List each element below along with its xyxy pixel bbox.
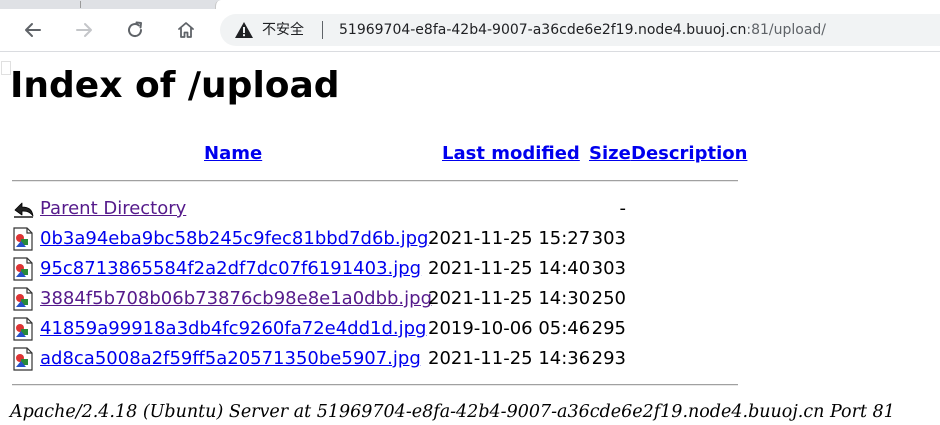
file-link[interactable]: 95c8713865584f2a2df7dc07f6191403.jpg	[40, 257, 421, 281]
page-title: Index of /upload	[10, 65, 340, 106]
file-row: ad8ca5008a2f59ff5a20571350be5907.jpg 202…	[0, 344, 940, 374]
home-icon	[178, 22, 194, 38]
file-size: 303	[591, 258, 626, 279]
url-separator	[322, 21, 323, 39]
file-row: 3884f5b708b06b73876cb98e8e1a0dbb.jpg 202…	[0, 284, 940, 314]
sort-by-name-link[interactable]: Name	[204, 142, 262, 166]
page-content: Index of /upload Name Last modified Size…	[0, 52, 940, 425]
active-tab[interactable]	[215, 0, 940, 9]
header-divider	[12, 180, 738, 182]
file-modified: 2021-11-25 15:27	[428, 228, 591, 249]
tab-separator	[80, 1, 81, 8]
file-modified: 2021-11-25 14:40	[428, 258, 591, 279]
sort-by-description-link[interactable]: Description	[631, 142, 747, 166]
parent-directory-row: Parent Directory -	[0, 194, 940, 224]
reload-button[interactable]	[118, 13, 152, 47]
url-host: 51969704-e8fa-42b4-9007-a36cde6e2f19.nod…	[339, 22, 747, 38]
image-file-icon	[13, 227, 33, 251]
sort-by-size-link[interactable]: Size	[589, 142, 631, 166]
security-status-text[interactable]: 不安全	[262, 21, 304, 39]
file-size: 295	[591, 318, 626, 339]
url-path: :81/upload/	[746, 22, 827, 38]
sort-by-modified-link[interactable]: Last modified	[442, 142, 580, 166]
file-link[interactable]: ad8ca5008a2f59ff5a20571350be5907.jpg	[40, 347, 421, 371]
warning-triangle-icon[interactable]	[234, 21, 254, 39]
file-modified: 2021-11-25 14:30	[428, 288, 591, 309]
image-file-icon	[13, 347, 33, 371]
browser-toolbar: 不安全 51969704-e8fa-42b4-9007-a36cde6e2f19…	[0, 9, 940, 52]
address-bar[interactable]: 不安全 51969704-e8fa-42b4-9007-a36cde6e2f19…	[220, 14, 940, 46]
image-file-icon	[13, 287, 33, 311]
back-arrow-icon	[25, 23, 41, 37]
file-row: 41859a99918a3db4fc9260fa72e4dd1d.jpg 201…	[0, 314, 940, 344]
file-row: 0b3a94eba9bc58b245c9fec81bbd7d6b.jpg 202…	[0, 224, 940, 254]
url-text[interactable]: 51969704-e8fa-42b4-9007-a36cde6e2f19.nod…	[339, 21, 826, 39]
file-size: 303	[591, 228, 626, 249]
forward-button[interactable]	[67, 13, 101, 47]
reload-icon	[128, 21, 143, 38]
image-file-icon	[13, 317, 33, 341]
file-modified: 2021-11-25 14:36	[428, 348, 591, 369]
footer-divider	[12, 384, 738, 386]
tab-strip	[0, 0, 940, 9]
file-link[interactable]: 3884f5b708b06b73876cb98e8e1a0dbb.jpg	[40, 287, 432, 311]
file-link[interactable]: 41859a99918a3db4fc9260fa72e4dd1d.jpg	[40, 317, 426, 341]
file-size: 293	[591, 348, 626, 369]
home-button[interactable]	[169, 13, 203, 47]
image-file-icon	[13, 257, 33, 281]
file-row: 95c8713865584f2a2df7dc07f6191403.jpg 202…	[0, 254, 940, 284]
file-size: 250	[591, 288, 626, 309]
parent-size: -	[619, 198, 627, 219]
forward-arrow-icon	[76, 23, 92, 37]
server-signature: Apache/2.4.18 (Ubuntu) Server at 5196970…	[10, 402, 895, 422]
back-button[interactable]	[16, 13, 50, 47]
parent-directory-link[interactable]: Parent Directory	[40, 197, 186, 221]
file-link[interactable]: 0b3a94eba9bc58b245c9fec81bbd7d6b.jpg	[40, 227, 428, 251]
file-modified: 2019-10-06 05:46	[428, 318, 591, 339]
page-marker	[2, 62, 10, 74]
back-folder-icon	[14, 202, 34, 218]
